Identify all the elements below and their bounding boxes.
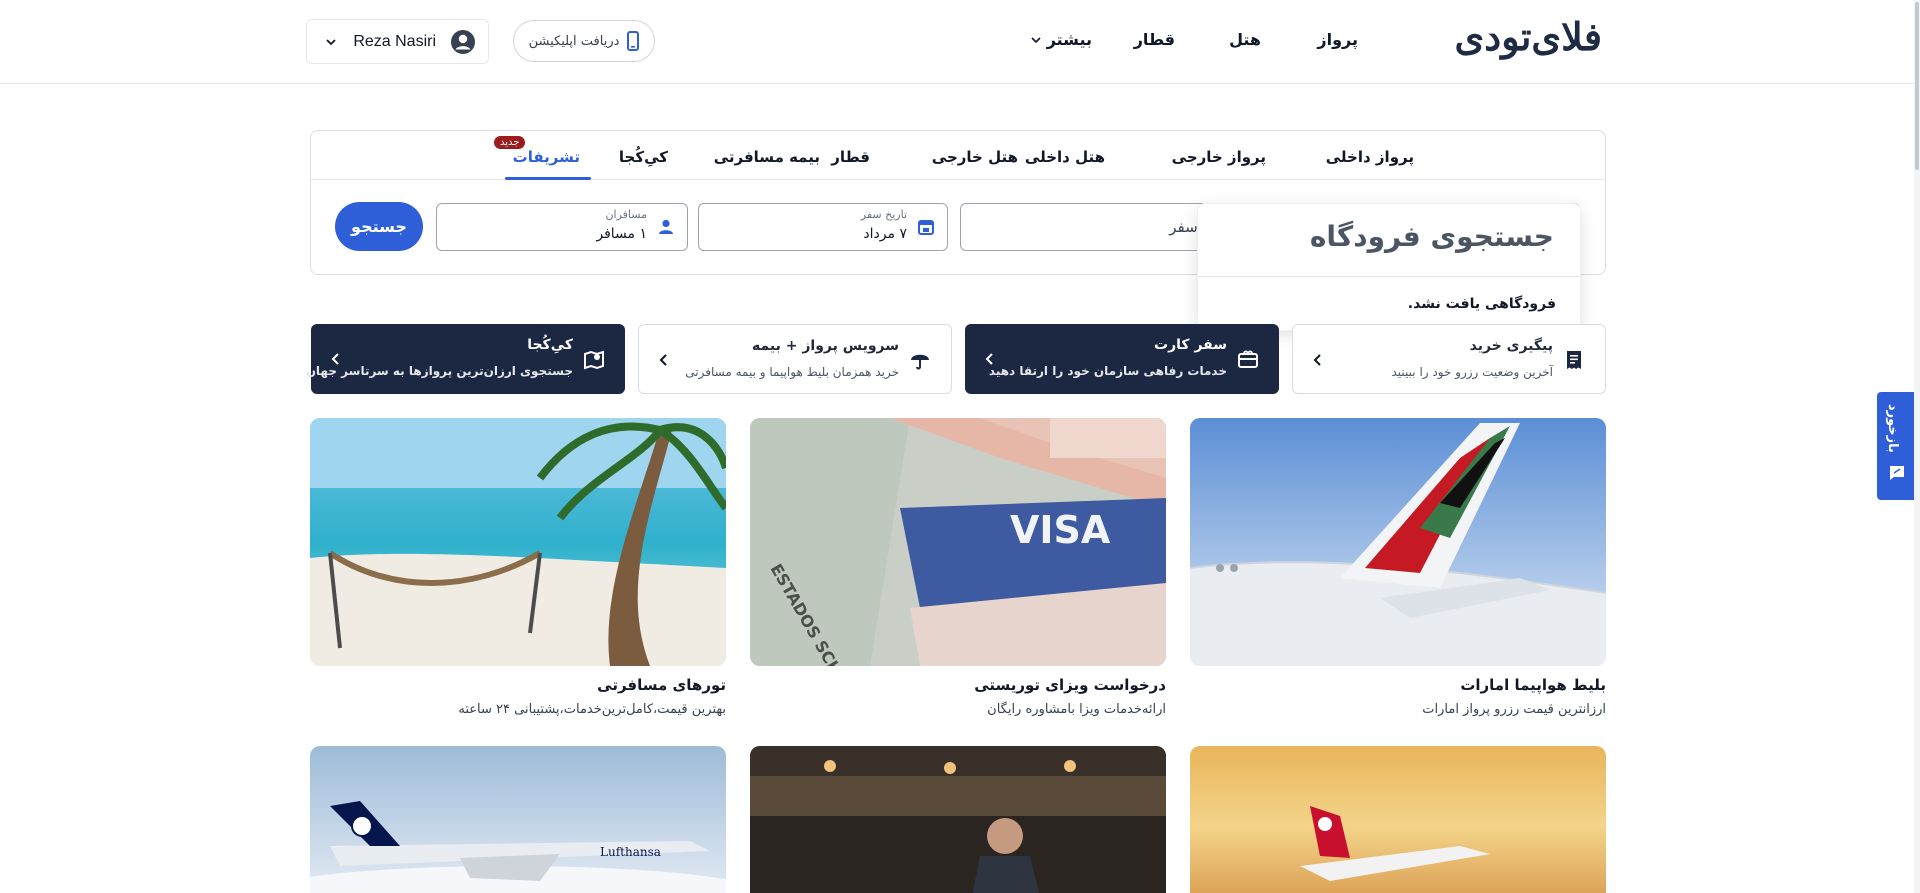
search-tabs: پرواز داخلی پرواز خارجی هتل داخلی هتل خا… bbox=[311, 131, 1605, 180]
tab-international-flight[interactable]: پرواز خارجی bbox=[1172, 148, 1266, 166]
promo-turkish-airlines[interactable] bbox=[1190, 746, 1606, 893]
receipt-icon bbox=[1567, 351, 1581, 369]
get-app-button[interactable]: دریافت اپلیکیشن bbox=[513, 20, 655, 62]
top-header: فلای‌تودی پرواز هتل قطار بیشتر دریافت اپ… bbox=[0, 0, 1920, 84]
service-card-travel-card[interactable]: سفر کارت خدمات رفاهی سازمان خود را ارتقا… bbox=[965, 324, 1279, 394]
page-scrollbar-thumb[interactable] bbox=[1915, 2, 1919, 170]
new-badge: جدید bbox=[494, 136, 526, 149]
airport-search-title[interactable]: جستجوی فرودگاه bbox=[1310, 220, 1554, 253]
travel-date-value: ۷ مرداد bbox=[863, 226, 907, 242]
nav-more-label: بیشتر bbox=[1046, 30, 1092, 49]
promo-desc: ارائه‌خدمات ویزا بامشاوره رایگان bbox=[987, 702, 1166, 717]
promo-lufthansa[interactable]: Lufthansa bbox=[310, 746, 726, 893]
popup-divider bbox=[1198, 276, 1580, 277]
nav-train[interactable]: قطار bbox=[1134, 30, 1175, 49]
service-title: کیِ‌کُجا bbox=[527, 337, 573, 353]
passengers-field[interactable]: مسافران ۱ مسافر bbox=[436, 203, 688, 251]
promo-lounge[interactable] bbox=[750, 746, 1166, 893]
calendar-icon bbox=[918, 220, 934, 235]
service-desc: آخرین وضعیت رزرو خود را ببینید bbox=[1391, 365, 1554, 379]
user-menu-button[interactable]: Reza Nasiri bbox=[306, 19, 489, 64]
airport-search-popup: جستجوی فرودگاه فرودگاهی یافت نشد. bbox=[1197, 203, 1581, 331]
chevron-left-icon bbox=[985, 353, 993, 365]
service-desc: خدمات رفاهی سازمان خود را ارتقا دهید bbox=[988, 364, 1227, 378]
chevron-down-icon bbox=[1031, 36, 1041, 43]
tab-domestic-hotel[interactable]: هتل داخلی bbox=[1025, 148, 1105, 166]
service-title: سفر کارت bbox=[1154, 337, 1227, 353]
service-card-key-koja[interactable]: کیِ‌کُجا جستجوی ارزان‌ترین پروازها به سر… bbox=[306, 324, 625, 394]
get-app-label: دریافت اپلیکیشن bbox=[528, 33, 620, 49]
tab-vip-services[interactable]: تشریفات bbox=[513, 148, 580, 166]
promo-travel-tours[interactable]: تورهای مسافرتی بهترین قیمت،کامل‌ترین‌خدم… bbox=[310, 418, 726, 728]
lufthansa-word: Lufthansa bbox=[600, 845, 661, 859]
nav-more[interactable]: بیشتر bbox=[1031, 30, 1092, 49]
promo-title: درخواست ویزای توریستی bbox=[974, 676, 1166, 694]
user-avatar-icon bbox=[451, 29, 475, 54]
tab-international-hotel[interactable]: هتل خارجی bbox=[932, 148, 1018, 166]
search-button[interactable]: جستجو bbox=[335, 202, 423, 251]
promo-emirates[interactable]: بلیط هواپیما امارات ارزانترین قیمت رزرو … bbox=[1190, 418, 1606, 728]
passengers-label: مسافران bbox=[605, 208, 647, 221]
tab-train[interactable]: قطار bbox=[831, 148, 870, 166]
promo-desc: بهترین قیمت،کامل‌ترین‌خدمات،پشتیبانی ۲۴ … bbox=[458, 702, 726, 717]
promo-image-visa-passport: VISA ESTADOS SCHENGEN bbox=[750, 418, 1166, 666]
active-tab-indicator bbox=[505, 177, 591, 180]
travel-date-field[interactable]: تاریخ سفر ۷ مرداد bbox=[698, 203, 948, 251]
service-card-purchase-tracking[interactable]: پیگیری خرید آخرین وضعیت رزرو خود را ببین… bbox=[1292, 324, 1606, 394]
promo-image-emirates-plane bbox=[1190, 418, 1606, 666]
feedback-message-icon bbox=[1890, 466, 1904, 480]
promo-image-beach-hammock bbox=[310, 418, 726, 666]
tab-key-koja[interactable]: کیِ‌کُجا bbox=[619, 148, 668, 166]
tab-domestic-flight[interactable]: پرواز داخلی bbox=[1326, 148, 1414, 166]
promo-image-airport-lounge bbox=[750, 746, 1166, 893]
nav-hotel[interactable]: هتل bbox=[1229, 30, 1261, 49]
feedback-label: بازخورد bbox=[1885, 404, 1900, 453]
promo-desc: ارزانترین قیمت رزرو پرواز امارات bbox=[1422, 702, 1606, 717]
no-airport-message: فرودگاهی یافت نشد. bbox=[1407, 296, 1556, 312]
tab-travel-insurance[interactable]: بیمه مسافرتی bbox=[714, 148, 820, 166]
person-icon bbox=[659, 219, 673, 234]
chevron-down-icon bbox=[326, 38, 336, 45]
service-card-flight-insurance[interactable]: سرویس پرواز + بیمه خرید همزمان بلیط هواپ… bbox=[638, 324, 952, 394]
nav-flight[interactable]: پرواز bbox=[1317, 30, 1358, 49]
visa-word: VISA bbox=[1010, 508, 1111, 552]
passengers-value: ۱ مسافر bbox=[596, 226, 647, 242]
promo-title: تورهای مسافرتی bbox=[597, 676, 726, 694]
service-title: سرویس پرواز + بیمه bbox=[752, 338, 899, 354]
mobile-phone-icon bbox=[627, 31, 640, 51]
chevron-left-icon bbox=[659, 354, 667, 366]
user-name: Reza Nasiri bbox=[353, 32, 436, 50]
umbrella-icon bbox=[911, 354, 929, 370]
travel-date-label: تاریخ سفر bbox=[860, 208, 907, 221]
chevron-left-icon bbox=[331, 353, 339, 365]
site-logo[interactable]: فلای‌تودی bbox=[1455, 14, 1603, 59]
feedback-tab[interactable]: بازخورد bbox=[1877, 392, 1917, 500]
gift-card-icon bbox=[1238, 350, 1258, 368]
service-title: پیگیری خرید bbox=[1469, 338, 1553, 354]
promo-image-lufthansa-plane: Lufthansa bbox=[310, 746, 726, 893]
service-desc: خرید همزمان بلیط هواپیما و بیمه مسافرتی bbox=[685, 365, 899, 379]
promo-tourist-visa[interactable]: VISA ESTADOS SCHENGEN درخواست ویزای توری… bbox=[750, 418, 1166, 728]
map-pin-icon bbox=[584, 350, 604, 370]
promo-image-turkish-plane bbox=[1190, 746, 1606, 893]
chevron-left-icon bbox=[1313, 354, 1321, 366]
promo-title: بلیط هواپیما امارات bbox=[1460, 676, 1606, 694]
service-desc: جستجوی ارزان‌ترین پروازها به سرتاسر جهان bbox=[305, 364, 573, 378]
